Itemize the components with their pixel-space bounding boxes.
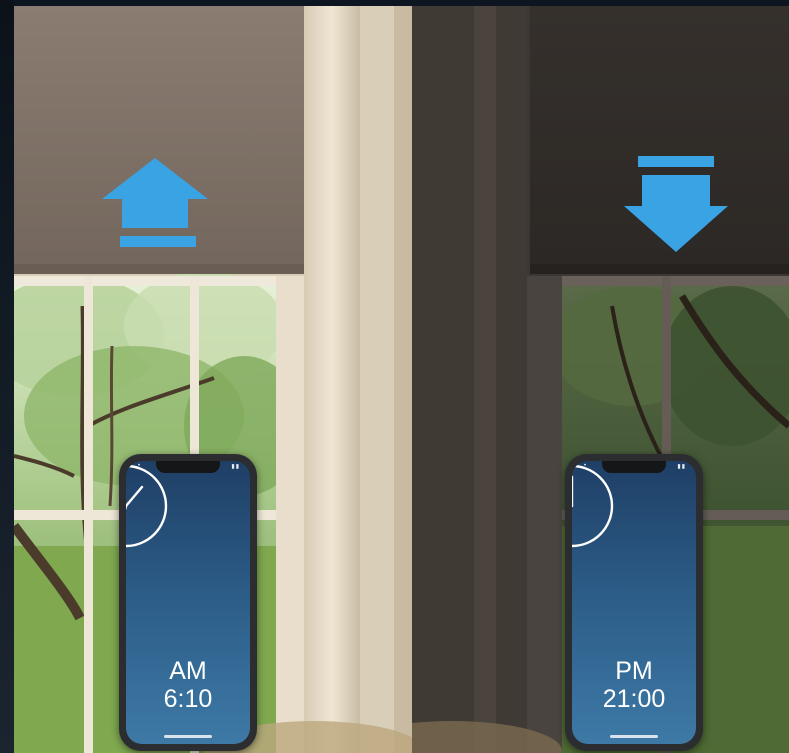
left-edge (0, 0, 14, 753)
evening-phone-screen: • ▮▮ PM 21:00 (572, 461, 696, 744)
morning-phone-screen: • ▮▮ AM 6:10 (126, 461, 250, 744)
morning-phone: • ▮▮ AM 6:10 (119, 454, 257, 751)
morning-panel: • ▮▮ AM 6:10 (14, 6, 412, 753)
evening-phone: • ▮▮ PM 21:00 (565, 454, 703, 751)
evening-time: 21:00 (602, 685, 666, 713)
status-bar-icons: ▮▮ (231, 464, 240, 470)
morning-time: 6:10 (163, 685, 213, 713)
home-indicator (164, 735, 212, 738)
blinds-scene: • ▮▮ AM 6:10 • ▮▮ PM 21:00 (0, 0, 789, 753)
evening-panel: • ▮▮ PM 21:00 (412, 6, 789, 753)
clock-icon (126, 464, 168, 548)
clock-icon (572, 464, 614, 548)
status-bar-icons: ▮▮ (677, 464, 686, 470)
home-indicator (610, 735, 658, 738)
morning-period: AM (169, 657, 207, 685)
evening-period: PM (615, 657, 653, 685)
